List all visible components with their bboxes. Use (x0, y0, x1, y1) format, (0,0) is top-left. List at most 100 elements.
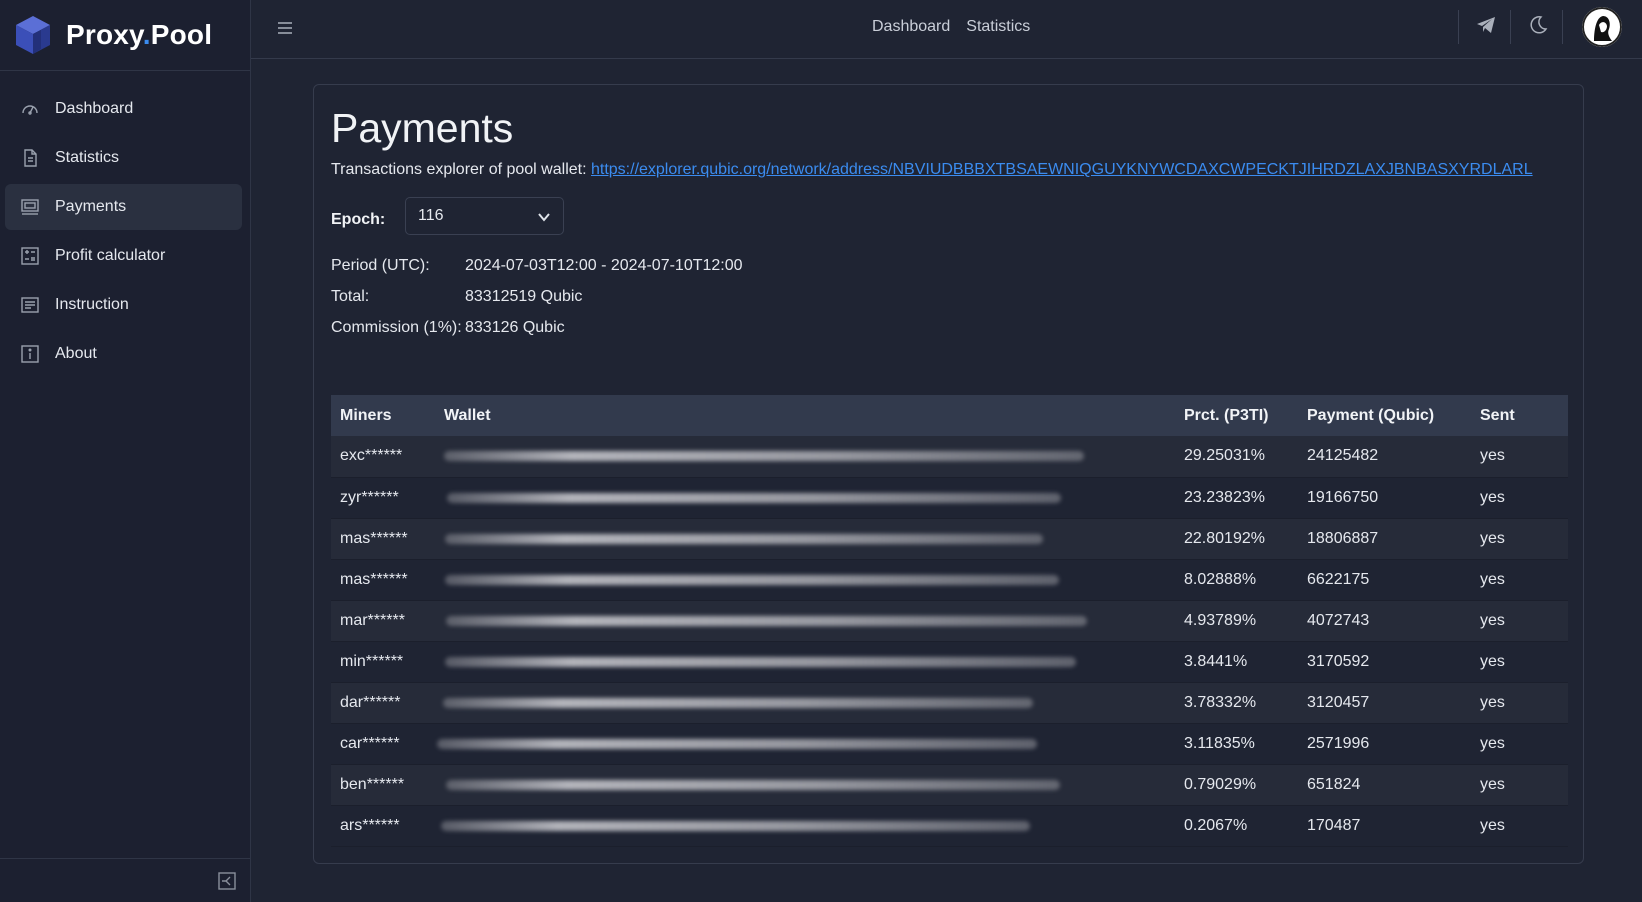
hamburger-icon (278, 22, 292, 34)
sidebar-item-instruction[interactable]: Instruction (5, 282, 242, 328)
payments-card: Payments Transactions explorer of pool w… (313, 84, 1584, 864)
explorer-link[interactable]: https://explorer.qubic.org/network/addre… (591, 161, 1533, 178)
commission-value: 833126 Qubic (465, 319, 565, 336)
table-row: dar****** 3.78332% 3120457 yes (331, 682, 1568, 723)
info-icon (19, 343, 41, 365)
total-label: Total: (331, 288, 370, 305)
sent-cell: yes (1480, 488, 1505, 506)
cash-icon (19, 196, 41, 218)
col-header-sent: Sent (1480, 406, 1515, 424)
avatar[interactable] (1582, 7, 1622, 47)
prct-cell: 0.79029% (1184, 775, 1257, 793)
wallet-cell (435, 559, 1175, 600)
table-row: mas****** 8.02888% 6622175 yes (331, 559, 1568, 600)
brand[interactable]: Proxy.Pool (0, 0, 250, 71)
miner-cell: zyr****** (340, 488, 399, 506)
chevron-down-icon (538, 213, 550, 222)
brand-name-part1: Proxy (66, 19, 143, 50)
sidebar-item-profit-calculator[interactable]: Profit calculator (5, 233, 242, 279)
col-header-prct: Prct. (P3TI) (1184, 406, 1269, 424)
prct-cell: 3.78332% (1184, 693, 1257, 711)
prct-cell: 22.80192% (1184, 529, 1265, 547)
col-header-miners: Miners (340, 406, 392, 424)
blurred-wallet (447, 492, 1061, 503)
payments-table-wrap: Miners Wallet Prct. (P3TI) Payment (Qubi… (331, 395, 1568, 847)
list-icon (19, 294, 41, 316)
telegram-button[interactable] (1475, 14, 1501, 40)
payments-table: Miners Wallet Prct. (P3TI) Payment (Qubi… (331, 395, 1568, 847)
blurred-wallet (446, 779, 1060, 790)
sidebar-item-payments[interactable]: Payments (5, 184, 242, 230)
sidebar-item-label: Dashboard (55, 100, 134, 117)
page-title: Payments (331, 105, 514, 151)
miner-cell: dar****** (340, 693, 401, 711)
top-nav-statistics[interactable]: Statistics (966, 18, 1030, 36)
wallet-cell (435, 477, 1175, 518)
brand-name: Proxy.Pool (66, 19, 212, 51)
sidebar-item-statistics[interactable]: Statistics (5, 135, 242, 181)
wallet-cell (435, 518, 1175, 559)
prct-cell: 0.2067% (1184, 816, 1248, 834)
payment-cell: 3120457 (1307, 693, 1370, 711)
explorer-line: Transactions explorer of pool wallet: ht… (331, 161, 1533, 179)
payment-cell: 651824 (1307, 775, 1361, 793)
table-row: car****** 3.11835% 2571996 yes (331, 723, 1568, 764)
sidebar-item-label: Instruction (55, 296, 129, 313)
payment-cell: 4072743 (1307, 611, 1370, 629)
sidebar: Proxy.Pool Dashboard Statistics Payments… (0, 0, 251, 902)
blurred-wallet (443, 697, 1033, 708)
blurred-wallet (437, 738, 1037, 749)
moon-icon (1530, 16, 1548, 34)
wallet-cell (435, 641, 1175, 682)
payment-cell: 6622175 (1307, 570, 1370, 588)
miner-cell: ben****** (340, 775, 405, 793)
table-row: mas****** 22.80192% 18806887 yes (331, 518, 1568, 559)
miner-cell: mas****** (340, 570, 408, 588)
calculator-icon (19, 245, 41, 267)
payment-cell: 18806887 (1307, 529, 1379, 547)
wallet-cell (435, 600, 1175, 641)
divider (1510, 10, 1511, 44)
period-label: Period (UTC): (331, 257, 430, 274)
top-nav: Dashboard Statistics (872, 18, 1030, 36)
brand-name-dot: . (142, 19, 151, 50)
sidebar-collapse-bar (0, 858, 250, 902)
commission-label: Commission (1%): (331, 319, 462, 336)
miner-cell: exc****** (340, 447, 403, 465)
telegram-icon (1477, 17, 1495, 33)
payment-cell: 19166750 (1307, 488, 1379, 506)
sent-cell: yes (1480, 611, 1505, 629)
top-nav-dashboard[interactable]: Dashboard (872, 18, 950, 36)
miner-cell: car****** (340, 734, 400, 752)
sidebar-item-dashboard[interactable]: Dashboard (5, 86, 242, 132)
collapse-sidebar-icon[interactable] (218, 872, 236, 890)
theme-toggle-button[interactable] (1527, 14, 1553, 40)
epoch-label: Epoch: (331, 211, 386, 228)
user-silhouette-icon (1582, 7, 1622, 47)
miner-cell: ars****** (340, 816, 400, 834)
blurred-wallet (441, 820, 1030, 831)
document-icon (19, 147, 41, 169)
table-row: ben****** 0.79029% 651824 yes (331, 764, 1568, 805)
miner-cell: mas****** (340, 529, 408, 547)
sidebar-item-label: About (55, 345, 97, 362)
payment-cell: 3170592 (1307, 652, 1370, 670)
sent-cell: yes (1480, 693, 1505, 711)
sent-cell: yes (1480, 447, 1505, 465)
sidebar-item-about[interactable]: About (5, 331, 242, 377)
sidebar-item-label: Payments (55, 198, 127, 215)
menu-toggle-button[interactable] (275, 18, 295, 38)
payment-cell: 24125482 (1307, 447, 1379, 465)
table-row: mar****** 4.93789% 4072743 yes (331, 600, 1568, 641)
table-row: zyr****** 23.23823% 19166750 yes (331, 477, 1568, 518)
epoch-select[interactable]: 116 (405, 197, 564, 235)
table-row: exc****** 29.25031% 24125482 yes (331, 436, 1568, 477)
period-value: 2024-07-03T12:00 - 2024-07-10T12:00 (465, 257, 743, 274)
wallet-cell (435, 682, 1175, 723)
divider (1458, 10, 1459, 44)
sent-cell: yes (1480, 775, 1505, 793)
speedometer-icon (19, 98, 41, 120)
blurred-wallet (444, 451, 1084, 462)
prct-cell: 3.8441% (1184, 652, 1248, 670)
blurred-wallet (446, 615, 1087, 626)
